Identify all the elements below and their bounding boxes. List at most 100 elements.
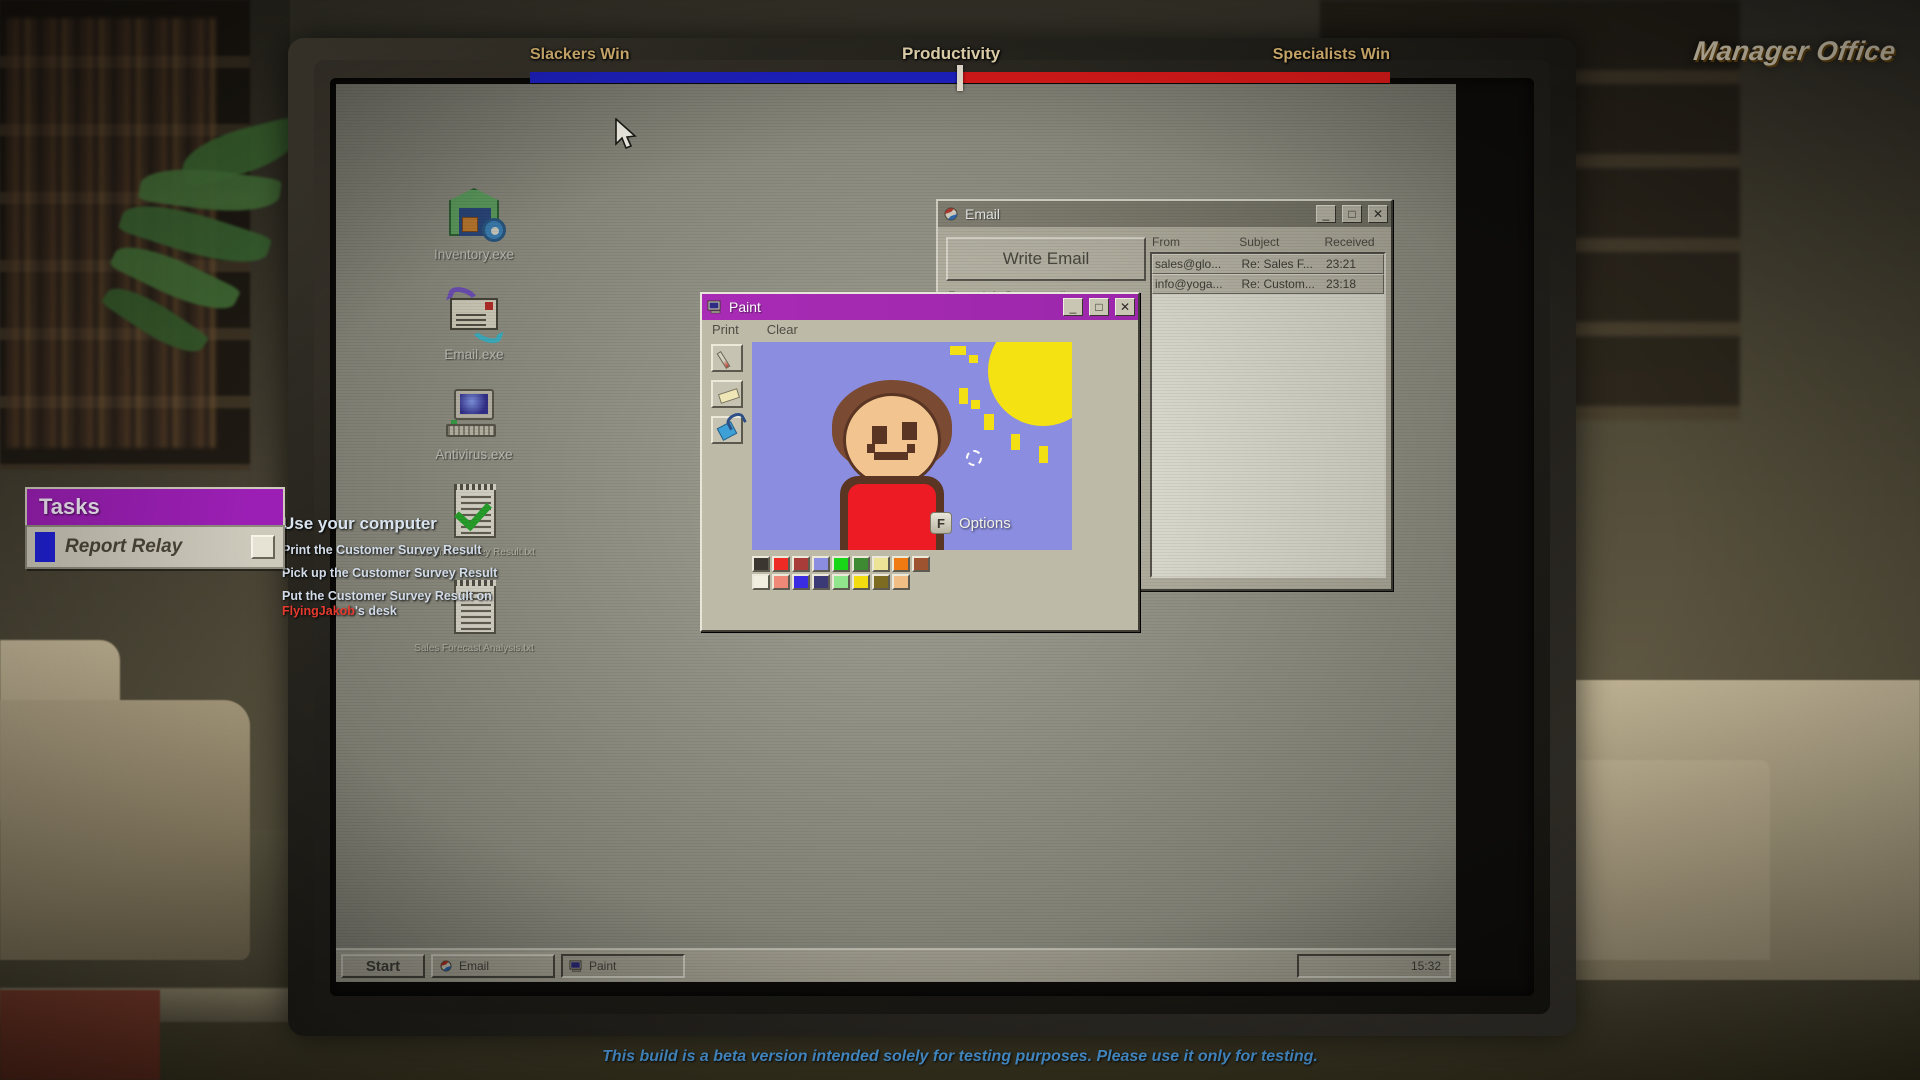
sun-drawing xyxy=(988,342,1072,426)
pencil-tool-button[interactable] xyxy=(711,344,743,372)
color-swatch[interactable] xyxy=(812,556,830,572)
paint-window[interactable]: Paint _ □ ✕ Print Clear xyxy=(700,292,1140,632)
taskbar-item-email[interactable]: Email xyxy=(431,954,555,978)
desktop-icon-label: Antivirus.exe xyxy=(394,447,554,462)
color-swatch[interactable] xyxy=(852,556,870,572)
email-subject: Re: Sales F... xyxy=(1241,257,1326,271)
objective-item: Print the Customer Survey Result xyxy=(282,543,512,557)
eraser-icon xyxy=(718,388,740,404)
color-swatch[interactable] xyxy=(832,574,850,590)
color-swatch[interactable] xyxy=(792,574,810,590)
task-name: Report Relay xyxy=(65,536,241,558)
email-received: 23:21 xyxy=(1326,257,1381,271)
taskbar-clock: 15:32 xyxy=(1297,954,1451,978)
meter-fill-specialists xyxy=(960,72,1390,83)
taskbar-item-paint[interactable]: Paint xyxy=(561,954,685,978)
paint-title-bar[interactable]: Paint _ □ ✕ xyxy=(702,294,1138,320)
paint-window-title: Paint xyxy=(729,299,1057,315)
color-swatch[interactable] xyxy=(752,574,770,590)
desktop-icon-label: Email.exe xyxy=(394,347,554,362)
email-window-title: Email xyxy=(965,206,1310,222)
taskbar-item-label: Paint xyxy=(589,959,616,973)
color-swatch[interactable] xyxy=(812,574,830,590)
column-subject: Subject xyxy=(1239,235,1324,249)
paint-body: F Options xyxy=(702,340,1138,630)
objective-item: Put the Customer Survey Result on Flying… xyxy=(282,589,512,618)
color-swatch[interactable] xyxy=(792,556,810,572)
column-from: From xyxy=(1152,235,1239,249)
left-sofa xyxy=(0,700,250,960)
color-swatch[interactable] xyxy=(892,556,910,572)
task-entry[interactable]: Report Relay xyxy=(25,525,285,569)
desktop-icon-email[interactable]: Email.exe xyxy=(394,284,554,362)
color-swatch[interactable] xyxy=(872,556,890,572)
palette-row-2 xyxy=(752,574,952,590)
email-from: info@yoga... xyxy=(1155,277,1241,291)
color-swatch[interactable] xyxy=(872,574,890,590)
taskbar-item-label: Email xyxy=(459,959,489,973)
productivity-meter: Slackers Win Productivity Specialists Wi… xyxy=(530,44,1390,83)
color-swatch[interactable] xyxy=(772,574,790,590)
start-button[interactable]: Start xyxy=(341,954,425,978)
email-title-bar[interactable]: Email _ □ ✕ xyxy=(938,201,1391,227)
meter-label-right: Specialists Win xyxy=(1273,46,1390,64)
email-list-row[interactable]: info@yoga... Re: Custom... 23:18 xyxy=(1152,274,1384,294)
meter-labels: Slackers Win Productivity Specialists Wi… xyxy=(530,44,1390,64)
eraser-tool-button[interactable] xyxy=(711,380,743,408)
color-swatch[interactable] xyxy=(912,556,930,572)
computer-icon xyxy=(442,384,506,444)
email-close-button[interactable]: ✕ xyxy=(1368,205,1388,223)
tasks-panel: Tasks Report Relay xyxy=(25,487,285,569)
email-from: sales@glo... xyxy=(1155,257,1241,271)
email-list-row[interactable]: sales@glo... Re: Sales F... 23:21 xyxy=(1152,254,1384,274)
objective-text-tail: 's desk xyxy=(355,604,397,618)
menu-item-print[interactable]: Print xyxy=(712,322,739,340)
paint-maximize-button[interactable]: □ xyxy=(1089,298,1109,316)
color-swatch[interactable] xyxy=(892,574,910,590)
column-received: Received xyxy=(1325,235,1384,249)
email-list[interactable]: sales@glo... Re: Sales F... 23:21 info@y… xyxy=(1150,252,1386,578)
pencil-icon xyxy=(717,351,731,369)
key-f-icon: F xyxy=(930,512,952,534)
email-received: 23:18 xyxy=(1326,277,1381,291)
color-swatch[interactable] xyxy=(832,556,850,572)
write-email-button[interactable]: Write Email xyxy=(946,237,1146,281)
options-key-hint[interactable]: F Options xyxy=(930,512,1011,534)
meter-label-left: Slackers Win xyxy=(530,46,629,64)
objective-text: Pick up the Customer Survey Result xyxy=(282,566,497,580)
objective-item: Pick up the Customer Survey Result xyxy=(282,566,512,580)
meter-label-center: Productivity xyxy=(902,44,1000,64)
paint-minimize-button[interactable]: _ xyxy=(1063,298,1083,316)
shirt xyxy=(848,484,936,550)
email-app-icon xyxy=(943,207,959,221)
meter-fill-slackers xyxy=(530,72,960,83)
email-list-header: From Subject Received xyxy=(1150,235,1386,252)
fill-bucket-tool-button[interactable] xyxy=(711,416,743,444)
objective-highlight-name: FlyingJakob xyxy=(282,604,355,618)
color-swatch[interactable] xyxy=(772,556,790,572)
email-minimize-button[interactable]: _ xyxy=(1316,205,1336,223)
menu-item-clear[interactable]: Clear xyxy=(767,322,798,340)
desktop-icon-antivirus[interactable]: Antivirus.exe xyxy=(394,384,554,462)
paint-app-icon xyxy=(569,960,583,972)
paint-canvas[interactable]: F Options xyxy=(752,342,1072,550)
paint-menu-bar: Print Clear xyxy=(702,320,1138,340)
palette-row-1 xyxy=(752,556,952,572)
meter-bar xyxy=(530,72,1390,83)
task-color-swatch xyxy=(35,532,55,562)
task-checkbox[interactable] xyxy=(251,535,275,559)
objectives-title: Use your computer xyxy=(282,515,512,534)
beta-disclaimer: This build is a beta version intended so… xyxy=(0,1048,1920,1066)
desktop-icon-inventory[interactable]: Inventory.exe xyxy=(394,184,554,262)
color-swatch[interactable] xyxy=(852,574,870,590)
paint-close-button[interactable]: ✕ xyxy=(1115,298,1135,316)
color-swatch[interactable] xyxy=(752,556,770,572)
floor-crate xyxy=(0,990,160,1080)
email-list-panel: From Subject Received sales@glo... Re: S… xyxy=(1150,235,1386,581)
taskbar: Start Email xyxy=(336,948,1456,982)
fill-bucket-icon xyxy=(717,421,738,441)
email-maximize-button[interactable]: □ xyxy=(1342,205,1362,223)
objective-text: Put the Customer Survey Result on xyxy=(282,589,492,603)
envelope-sync-icon xyxy=(442,284,506,344)
meter-indicator xyxy=(957,65,963,91)
